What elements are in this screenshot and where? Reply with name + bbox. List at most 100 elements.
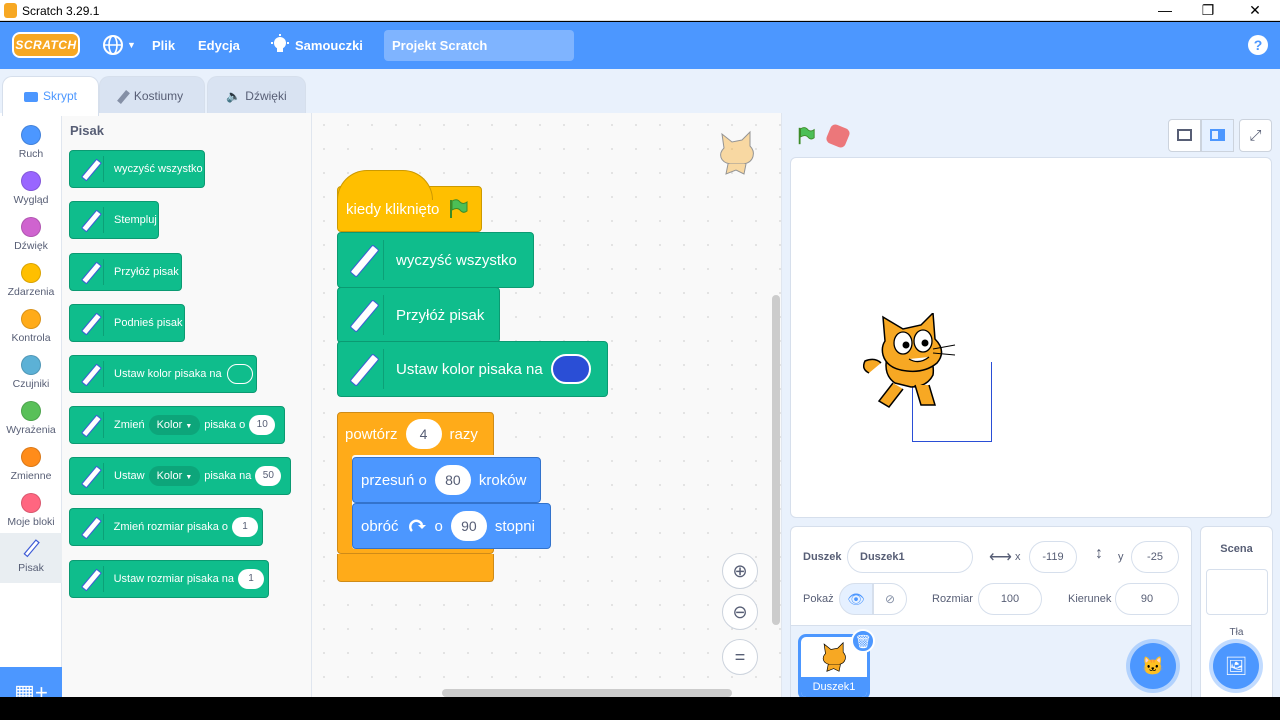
- small-stage-button[interactable]: [1168, 119, 1201, 152]
- tab-costumes[interactable]: Kostiumy: [99, 76, 205, 114]
- number-input[interactable]: 1: [232, 517, 258, 537]
- number-input[interactable]: 50: [255, 466, 282, 486]
- block-label: Ustaw kolor pisaka na: [114, 368, 222, 380]
- size-input[interactable]: 100: [978, 583, 1042, 615]
- palette-block-change-size[interactable]: Zmień rozmiar pisaka o 1: [69, 508, 263, 546]
- edit-menu[interactable]: Edycja: [198, 22, 240, 69]
- project-title-input[interactable]: Projekt Scratch: [384, 30, 574, 61]
- app-icon: [4, 3, 17, 18]
- script-block-clear[interactable]: wyczyść wszystko: [337, 232, 534, 288]
- green-flag-button[interactable]: [796, 126, 816, 146]
- script-block-pen-down[interactable]: Przyłóż pisak: [337, 287, 500, 343]
- palette-block-clear[interactable]: wyczyść wszystko: [69, 150, 205, 188]
- category-pen[interactable]: Pisak: [0, 533, 62, 583]
- pen-icon: [78, 207, 104, 233]
- x-input[interactable]: -119: [1029, 541, 1077, 573]
- show-button[interactable]: 👁: [839, 583, 873, 615]
- palette-block-set-size[interactable]: Ustaw rozmiar pisaka na 1: [69, 560, 269, 598]
- pen-icon: [78, 566, 104, 592]
- add-extension-button[interactable]: ▦+: [0, 667, 62, 697]
- category-variables[interactable]: Zmienne: [0, 441, 62, 487]
- normal-stage-button[interactable]: [1201, 119, 1234, 152]
- script-block-move[interactable]: przesuń o 80 kroków: [352, 457, 541, 503]
- vertical-scrollbar[interactable]: [772, 295, 780, 625]
- category-control[interactable]: Kontrola: [0, 303, 62, 349]
- tab-code[interactable]: Skrypt: [2, 76, 99, 116]
- palette-block-pen-down[interactable]: Przyłóż pisak: [69, 253, 182, 291]
- category-motion[interactable]: Ruch: [0, 119, 62, 165]
- category-label: Kontrola: [11, 332, 51, 344]
- category-sensing[interactable]: Czujniki: [0, 349, 62, 395]
- zoom-out-button[interactable]: ⊖: [722, 594, 758, 630]
- zoom-reset-icon: =: [734, 647, 746, 667]
- block-label: Zmień: [114, 419, 145, 431]
- pen-icon: [78, 310, 104, 336]
- palette-block-change-param[interactable]: Zmień Kolor ▼ pisaka o 10: [69, 406, 285, 444]
- scratch-logo[interactable]: SCRATCH: [12, 32, 80, 58]
- window-title: Scratch 3.29.1: [22, 4, 100, 18]
- y-input[interactable]: -25: [1131, 541, 1179, 573]
- palette-block-set-color[interactable]: Ustaw kolor pisaka na: [69, 355, 257, 393]
- steps-input[interactable]: 80: [434, 465, 471, 495]
- category-my-blocks[interactable]: Moje bloki: [0, 487, 62, 533]
- x-label: x: [1015, 551, 1021, 563]
- close-icon[interactable]: ✕: [1240, 1, 1270, 20]
- block-label: Ustaw kolor pisaka na: [396, 360, 543, 378]
- category-sound[interactable]: Dźwięk: [0, 211, 62, 257]
- script-block-turn[interactable]: obróć o 90 stopni: [352, 503, 551, 549]
- category-dot: [21, 125, 41, 145]
- delete-sprite-button[interactable]: 🗑: [851, 629, 875, 653]
- menu-bar: SCRATCH ▼ Plik Edycja Samouczki Projekt …: [0, 22, 1280, 69]
- eye-icon: 👁: [847, 591, 865, 607]
- script-workspace[interactable]: kiedy kliknięto wyczyść wszystko Przyłóż…: [312, 113, 782, 697]
- stage-thumbnail[interactable]: [1205, 569, 1268, 615]
- number-input[interactable]: 10: [249, 415, 276, 435]
- repeat-count-input[interactable]: 4: [405, 419, 442, 449]
- pen-color-swatch[interactable]: [550, 354, 591, 384]
- tab-sounds[interactable]: 🔈 Dźwięki: [207, 76, 306, 114]
- sprite-name-input[interactable]: Duszek1: [847, 541, 973, 573]
- zoom-in-button[interactable]: ⊕: [722, 553, 758, 589]
- block-label: wyczyść wszystko: [396, 251, 517, 269]
- green-flag-icon: [450, 199, 468, 218]
- block-label: obróć: [361, 517, 399, 535]
- category-looks[interactable]: Wygląd: [0, 165, 62, 211]
- direction-input[interactable]: 90: [1115, 583, 1179, 615]
- number-input[interactable]: 1: [238, 569, 264, 589]
- rotate-right-icon: [408, 519, 426, 532]
- zoom-reset-button[interactable]: =: [722, 639, 758, 675]
- param-dropdown[interactable]: Kolor ▼: [148, 415, 201, 435]
- palette-block-pen-up[interactable]: Podnieś pisak: [69, 304, 185, 342]
- direction-label: Kierunek: [1068, 593, 1112, 605]
- palette-block-stamp[interactable]: Stempluj: [69, 201, 159, 239]
- category-dot: [21, 493, 41, 513]
- param-dropdown[interactable]: Kolor ▼: [148, 466, 201, 486]
- fullscreen-button[interactable]: ⤢: [1239, 119, 1272, 152]
- minimize-icon[interactable]: —: [1150, 1, 1180, 20]
- scratch-app: SCRATCH ▼ Plik Edycja Samouczki Projekt …: [0, 22, 1280, 697]
- tutorials-label: Samouczki: [295, 38, 363, 53]
- stage-canvas[interactable]: [790, 157, 1272, 518]
- category-label: Wyrażenia: [6, 424, 56, 436]
- help-button[interactable]: ?: [1248, 35, 1268, 55]
- file-menu[interactable]: Plik: [152, 22, 175, 69]
- palette-block-set-param[interactable]: Ustaw Kolor ▼ pisaka na 50: [69, 457, 291, 495]
- cat-sprite[interactable]: [863, 313, 963, 417]
- chevron-down-icon: ▼: [185, 474, 193, 481]
- restore-icon[interactable]: ❐: [1193, 1, 1223, 20]
- stop-button[interactable]: [824, 122, 852, 150]
- horizontal-scrollbar[interactable]: [442, 689, 732, 697]
- color-swatch[interactable]: [226, 364, 253, 384]
- window-titlebar: Scratch 3.29.1 — ❐ ✕: [0, 0, 1280, 21]
- category-operators[interactable]: Wyrażenia: [0, 395, 62, 441]
- degrees-input[interactable]: 90: [450, 511, 487, 541]
- block-palette: Pisak wyczyść wszystko Stempluj Przyłóż …: [62, 113, 312, 697]
- hide-button[interactable]: ⊘: [873, 583, 907, 615]
- add-sprite-button[interactable]: 🐱: [1130, 643, 1176, 689]
- globe-icon: [103, 35, 123, 55]
- pen-icon: [23, 539, 40, 558]
- category-events[interactable]: Zdarzenia: [0, 257, 62, 303]
- script-block-set-pen-color[interactable]: Ustaw kolor pisaka na: [337, 341, 608, 397]
- add-backdrop-button[interactable]: 🖼: [1213, 643, 1259, 689]
- sprite-info-panel: Duszek Duszek1 ⟷ x -119 ↕ y -25 Pokaż 👁 …: [790, 526, 1192, 626]
